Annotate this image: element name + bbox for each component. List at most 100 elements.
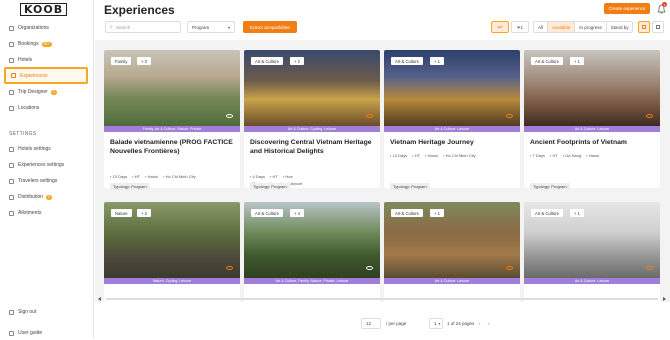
tags-strip: Nature, Cycling, Leisure [104,278,240,284]
sidebar-item-hotels-settings[interactable]: Hotels settings [4,142,88,156]
experience-card[interactable]: Art & Culture + 4 Art & Culture, Family,… [244,202,380,302]
per-page-label: / per page [386,321,407,326]
eye-icon[interactable] [506,266,513,270]
sidebar-item-trip-designer[interactable]: Trip Designer 0 [4,85,88,99]
map-icon [656,25,660,29]
eye-icon[interactable] [366,266,373,270]
more-chip: + 3 [137,57,151,65]
sidebar-item-organizations[interactable]: Organizations [4,21,88,35]
search-input[interactable]: ⌕ Search [105,21,181,33]
pagination: 12 / per page 1 ▾ 1 of 24 pages ‹ › [95,312,670,338]
building-icon [9,25,14,31]
tab-all[interactable]: All [534,22,549,32]
tab-stand-by[interactable]: Stand by [607,22,633,32]
per-page-input[interactable]: 12 [361,318,381,329]
experience-card[interactable]: Art & Culture + 1 Art & Culture, Leisure [524,202,660,302]
sidebar-item-travelers-settings[interactable]: Travelers settings [4,174,88,188]
eye-icon[interactable] [646,266,653,270]
program-select[interactable]: Program ▾ [187,21,235,33]
tags-strip: Art & Culture, Leisure [384,126,520,132]
eye-icon[interactable] [226,266,233,270]
koob-logo[interactable]: KOOB [20,3,68,16]
category-chip: Art & Culture [391,57,423,65]
experience-title: Ancient Footprints of Vietnam [530,139,627,146]
sort-filter-button[interactable]: ⏷ ▾ [491,21,509,33]
page-select[interactable]: 1 ▾ [429,318,443,329]
more-chip: + 1 [570,57,584,65]
header: Experiences Create experience 3 ⌕ Search… [95,0,670,44]
experience-card[interactable]: Art & Culture + 1 Art & Culture, Leisure… [384,50,520,188]
category-chip: Art & Culture [531,209,563,217]
tags-strip: Art & Culture, Family, Nature, Private, … [244,278,380,284]
typology-tag: Typology: Program [390,183,430,190]
trip-designer-badge: 0 [50,89,57,95]
experience-meta: 7 DaysHTDa NangHanoi [530,153,600,158]
eye-icon[interactable] [506,114,513,118]
create-experience-button[interactable]: Create experience [604,3,650,14]
experience-card[interactable]: Family + 3 Family, Art & Culture, Nature… [104,50,240,188]
chevron-down-icon: ▾ [227,24,230,30]
experience-meta: 13 DaysHTHanoiHo Chi Minh City [110,174,196,179]
experience-meta: 4 DaysHTHue [250,174,293,179]
gear-icon [9,146,14,152]
tab-available[interactable]: Available [548,22,576,32]
tab-in-progress[interactable]: In progress [575,22,607,32]
sidebar: KOOB Organizations Bookings 99+ Hotels Ex… [0,0,94,338]
bed-icon [9,57,14,63]
sidebar-item-distribution[interactable]: Distribution 0 [4,190,88,204]
users-icon [9,178,14,184]
settings-section-title: SETTINGS [9,131,37,137]
horizontal-scrollbar[interactable] [98,297,666,301]
typology-tag: Typology: Program [530,183,570,190]
compass-icon [11,73,16,78]
typology-tag: Typology: Program [250,183,290,190]
bookings-badge: 99+ [41,41,52,47]
notification-bell[interactable]: 3 [657,2,667,14]
sidebar-item-locations[interactable]: Locations [4,101,88,115]
experience-card[interactable]: Nature + 2 Nature, Cycling, Leisure [104,202,240,302]
status-tabs: All Available In progress Stand by [533,21,634,33]
eye-icon[interactable] [366,114,373,118]
experience-title: Discovering Central Vietnam Heritage and… [250,139,372,155]
experience-card[interactable]: Art & Culture + 2 Art & Culture, Cycling… [244,50,380,188]
extract-compatibilities-button[interactable]: Extract compatibilities [243,21,297,33]
tags-strip: Family, Art & Culture, Nature, Private [104,126,240,132]
more-chip: + 1 [430,57,444,65]
gear-icon [9,162,14,168]
filter-button[interactable]: ⏷ 1 [511,21,529,33]
typology-tag: Typology: Program [110,183,150,190]
grid-icon [642,25,646,29]
grid-icon [9,210,14,216]
sidebar-item-experiences[interactable]: Experiences [4,67,88,84]
prev-page-button[interactable]: ‹ [479,321,481,326]
tags-strip: Art & Culture, Leisure [524,278,660,284]
category-chip: Art & Culture [251,57,283,65]
share-icon [9,194,14,200]
grid-view-button[interactable] [638,21,650,33]
chevron-down-icon: ▾ [500,25,503,29]
eye-icon[interactable] [646,114,653,118]
search-icon: ⌕ [110,24,113,30]
map-view-button[interactable] [652,21,664,33]
more-chip: + 2 [137,209,151,217]
sidebar-item-allotments[interactable]: Allotments [4,206,88,220]
experience-meta: 10 DaysHTHanoiHo Chi Minh City [390,153,476,158]
sign-out-link[interactable]: Sign out [4,305,88,319]
distribution-badge: 0 [46,194,52,200]
logout-icon [9,309,14,315]
notification-count: 3 [662,2,667,7]
chevron-down-icon: ▾ [438,321,441,326]
experience-card[interactable]: Art & Culture + 1 Art & Culture, Leisure… [524,50,660,188]
more-chip: + 1 [430,209,444,217]
next-page-button[interactable]: › [488,321,490,326]
sidebar-item-hotels[interactable]: Hotels [4,53,88,67]
tags-strip: Art & Culture, Cycling, Leisure [244,126,380,132]
eye-icon[interactable] [226,114,233,118]
experience-card[interactable]: Art & Culture + 1 Art & Culture, Leisure [384,202,520,302]
more-chip: + 1 [570,209,584,217]
book-icon [9,330,14,336]
category-chip: Family [111,57,132,65]
sidebar-item-experiences-settings[interactable]: Experiences settings [4,158,88,172]
sidebar-item-bookings[interactable]: Bookings 99+ [4,37,88,51]
more-chip: + 2 [290,57,304,65]
